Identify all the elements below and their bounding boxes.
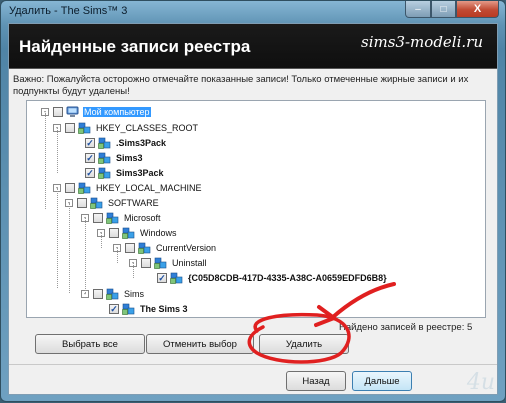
site-watermark: sims3-modeli.ru	[361, 33, 483, 51]
tree-checkbox[interactable]	[109, 228, 119, 238]
registry-icon	[122, 303, 135, 315]
registry-icon	[170, 272, 183, 284]
footer-divider	[9, 364, 497, 365]
uninstall-window: Удалить - The Sims™ 3 – □ X Найденные за…	[0, 0, 506, 402]
tree-node-label: Sims	[124, 289, 144, 299]
tree-node[interactable]: ✓ Sims3	[73, 151, 144, 165]
tree-checkbox[interactable]	[65, 123, 75, 133]
tree-node-label: Microsoft	[124, 213, 161, 223]
tree-connector	[133, 263, 134, 278]
tree-node[interactable]: ✓ .Sims3Pack	[73, 136, 167, 150]
tree-checkbox[interactable]	[77, 198, 87, 208]
tree-checkbox[interactable]	[93, 289, 103, 299]
dialog-client: Найденные записи реестра sims3-modeli.ru…	[8, 23, 498, 395]
back-button[interactable]: Назад	[286, 371, 346, 391]
tree-checkbox[interactable]: ✓	[109, 304, 119, 314]
tree-connector	[69, 203, 70, 293]
warning-text: Важно: Пожалуйста осторожно отмечайте по…	[13, 74, 469, 97]
tree-node[interactable]: - Uninstall	[129, 256, 208, 270]
tree-checkbox[interactable]	[93, 213, 103, 223]
page-title: Найденные записи реестра	[19, 37, 251, 56]
tree-node[interactable]: - Sims	[81, 287, 145, 301]
tree-node-label: .Sims3Pack	[116, 138, 167, 148]
close-button[interactable]: X	[456, 1, 499, 18]
tree-connector	[57, 188, 58, 288]
tree-node-label: Мой компьютер	[83, 107, 151, 117]
registry-icon	[154, 257, 167, 269]
tree-checkbox[interactable]: ✓	[85, 138, 95, 148]
registry-icon	[78, 182, 91, 194]
delete-button[interactable]: Удалить	[259, 334, 349, 354]
deselect-button[interactable]: Отменить выбор	[146, 334, 254, 354]
tree-node-label: CurrentVersion	[156, 243, 217, 253]
registry-icon	[98, 152, 111, 164]
tree-node[interactable]: - Мой компьютер	[41, 105, 151, 119]
tree-connector	[45, 113, 46, 209]
tree-node-label: HKEY_CLASSES_ROOT	[96, 123, 199, 133]
minimize-button[interactable]: –	[405, 1, 431, 18]
select-all-button[interactable]: Выбрать все	[35, 334, 145, 354]
tree-node-label: The Sims 3	[140, 304, 188, 314]
registry-icon	[90, 197, 103, 209]
next-button[interactable]: Дальше	[352, 371, 412, 391]
tree-node[interactable]: ✓ Sims3Pack	[73, 166, 165, 180]
tree-node[interactable]: ✓ {C05D8CDB-417D-4335-A38C-A0659EDFD6B8}	[145, 271, 388, 285]
tree-node-label: {C05D8CDB-417D-4335-A38C-A0659EDFD6B8}	[188, 273, 387, 283]
registry-icon	[106, 288, 119, 300]
page-header: Найденные записи реестра sims3-modeli.ru	[9, 24, 497, 69]
tree-node-label: Windows	[140, 228, 177, 238]
tree-connector	[85, 218, 86, 293]
tree-node-label: Sims3	[116, 153, 143, 163]
window-controls: – □ X	[405, 1, 499, 18]
tree-node[interactable]: - CurrentVersion	[113, 241, 217, 255]
tree-node[interactable]: - SOFTWARE	[65, 196, 160, 210]
registry-tree[interactable]: - Мой компьютер - HKEY_CLASSES_ROOT ✓ .Sims3P…	[26, 100, 486, 318]
computer-icon	[66, 106, 79, 118]
tree-node[interactable]: - HKEY_CLASSES_ROOT	[53, 121, 199, 135]
tree-node[interactable]: - Windows	[97, 226, 178, 240]
tree-connector	[117, 248, 118, 263]
tree-node-label: Sims3Pack	[116, 168, 164, 178]
tree-node[interactable]: - HKEY_LOCAL_MACHINE	[53, 181, 203, 195]
tree-node[interactable]: - Microsoft	[81, 211, 162, 225]
tree-checkbox[interactable]: ✓	[85, 153, 95, 163]
registry-icon	[78, 122, 91, 134]
found-count: Найдено записей в реестре: 5	[339, 322, 473, 333]
registry-icon	[106, 212, 119, 224]
tree-checkbox[interactable]	[65, 183, 75, 193]
site-logo: 4u	[466, 370, 495, 395]
tree-checkbox[interactable]	[141, 258, 151, 268]
registry-icon	[98, 137, 111, 149]
tree-checkbox[interactable]: ✓	[157, 273, 167, 283]
registry-icon	[122, 227, 135, 239]
registry-icon	[138, 242, 151, 254]
window-title: Удалить - The Sims™ 3	[9, 5, 128, 17]
title-bar[interactable]: Удалить - The Sims™ 3 – □ X	[1, 1, 505, 23]
tree-node-label: HKEY_LOCAL_MACHINE	[96, 183, 202, 193]
tree-node-label: Uninstall	[172, 258, 207, 268]
tree-checkbox[interactable]: ✓	[85, 168, 95, 178]
tree-checkbox[interactable]	[53, 107, 63, 117]
maximize-button[interactable]: □	[431, 1, 456, 18]
registry-icon	[98, 167, 111, 179]
tree-connector	[57, 128, 58, 173]
tree-connector	[101, 233, 102, 248]
tree-checkbox[interactable]	[125, 243, 135, 253]
tree-node-label: SOFTWARE	[108, 198, 159, 208]
tree-node[interactable]: ✓ The Sims 3	[97, 302, 189, 316]
